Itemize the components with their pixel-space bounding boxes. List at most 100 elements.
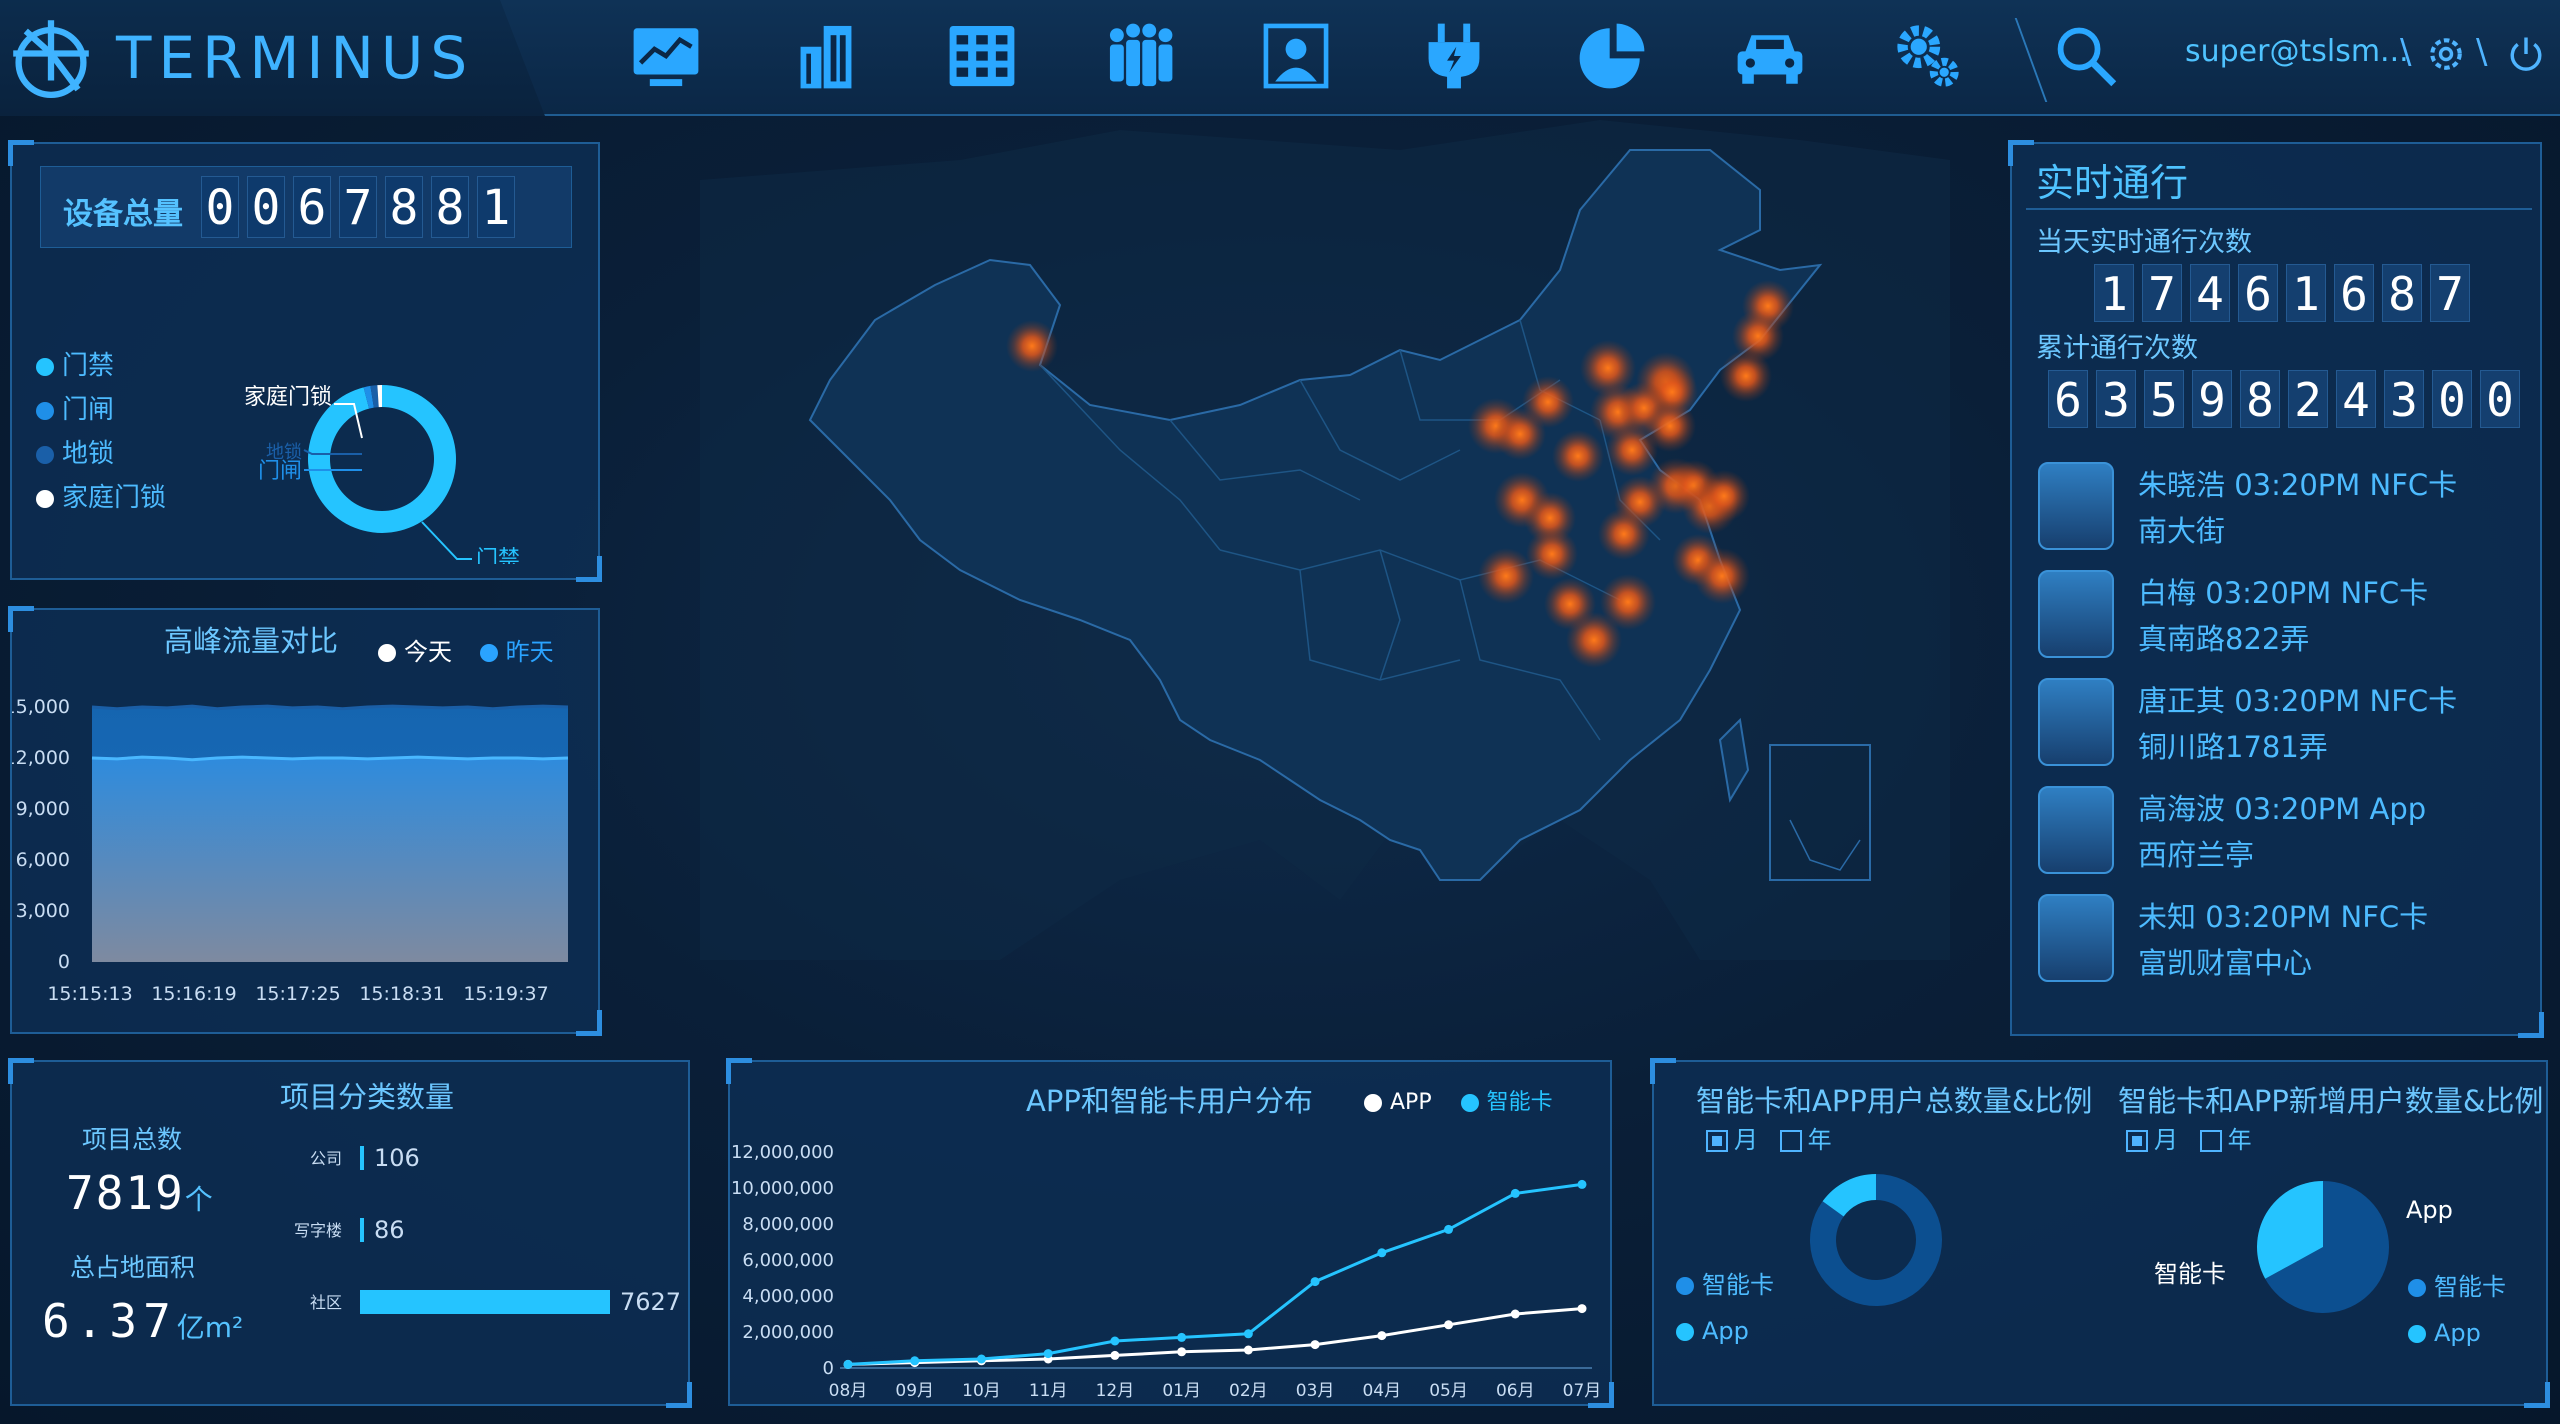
bar[interactable]: [360, 1146, 364, 1170]
hotspot-marker[interactable]: [1606, 424, 1658, 476]
project-bar-chart[interactable]: 公司 106 写字楼 86 社区 7627: [282, 1132, 682, 1382]
x-tick-label: 07月: [1563, 1381, 1602, 1401]
china-map[interactable]: [700, 120, 1950, 960]
brand-name: TERMINUS: [116, 24, 475, 92]
ratio-new-title: 智能卡和APP新增用户数量&比例: [2118, 1084, 2544, 1118]
data-point[interactable]: [910, 1356, 920, 1366]
peak-area-chart[interactable]: 0 3,000 6,000 9,000 12,000 15,000 15:15:13 15:1…: [12, 670, 598, 1030]
hotspot-marker[interactable]: [1720, 350, 1772, 402]
nav-car[interactable]: [1728, 14, 1812, 98]
digit: 5: [2144, 370, 2184, 428]
hotspot-marker[interactable]: [1006, 320, 1058, 372]
legend-label: 智能卡: [1702, 1271, 1774, 1299]
checkbox-year[interactable]: [1779, 1130, 1802, 1152]
option-label: 月: [2154, 1126, 2178, 1154]
data-point[interactable]: [1043, 1349, 1053, 1359]
data-point[interactable]: [1243, 1329, 1253, 1339]
hotspot-marker[interactable]: [1494, 408, 1546, 460]
feed-item[interactable]: 未知 03:20PM NFC卡 富凯财富中心: [2038, 890, 2518, 986]
legend-item[interactable]: 智能卡: [1676, 1262, 1774, 1308]
data-point[interactable]: [1377, 1331, 1387, 1341]
legend-item[interactable]: 今天: [378, 638, 452, 666]
data-point[interactable]: [1243, 1345, 1253, 1355]
nav-search[interactable]: [2044, 14, 2128, 98]
option-year[interactable]: 年: [1779, 1126, 1832, 1154]
data-point[interactable]: [1110, 1350, 1120, 1360]
data-point[interactable]: [843, 1359, 853, 1369]
legend-item[interactable]: 昨天: [479, 638, 554, 666]
area-total: 6.37亿m²: [42, 1294, 243, 1348]
terminus-logo-icon: [13, 20, 89, 99]
donut-label-family: 家庭门锁: [244, 385, 332, 410]
ratio-new-pie[interactable]: [2248, 1172, 2398, 1322]
checkbox-year[interactable]: [2199, 1130, 2222, 1152]
checkbox-month[interactable]: [1706, 1130, 1728, 1152]
x-tick-label: 09月: [895, 1381, 934, 1401]
hotspot-marker[interactable]: [1478, 548, 1534, 604]
nav-grid[interactable]: [940, 14, 1024, 98]
nav-settings[interactable]: [1886, 14, 1970, 98]
legend-item[interactable]: App: [2408, 1310, 2506, 1356]
legend-item[interactable]: App: [1676, 1308, 1774, 1354]
hotspot-marker[interactable]: [1552, 430, 1604, 482]
hotspot-marker[interactable]: [1566, 612, 1622, 668]
hotspot-marker[interactable]: [1694, 548, 1750, 604]
device-donut-chart[interactable]: 家庭门锁 地锁 门闸 门禁: [202, 264, 562, 564]
feed-item[interactable]: 唐正其 03:20PM NFC卡 铜川路1781弄: [2038, 674, 2518, 770]
data-point[interactable]: [1177, 1332, 1187, 1342]
legend-item[interactable]: 智能卡: [1460, 1090, 1553, 1115]
data-point[interactable]: [1577, 1179, 1587, 1189]
current-user[interactable]: super@tslsm...: [2185, 34, 2409, 69]
y-tick-label: 4,000,000: [742, 1286, 834, 1307]
legend-item[interactable]: 门闸: [36, 388, 166, 432]
header-separator: \: [2400, 32, 2412, 72]
bar[interactable]: [360, 1290, 610, 1314]
checkbox-month[interactable]: [2126, 1130, 2148, 1152]
option-year[interactable]: 年: [2199, 1126, 2252, 1154]
nav-building[interactable]: [784, 14, 868, 98]
legend-item[interactable]: APP: [1364, 1090, 1432, 1115]
data-point[interactable]: [1577, 1304, 1587, 1314]
hotspot-marker[interactable]: [1526, 528, 1578, 580]
data-point[interactable]: [1310, 1340, 1320, 1350]
data-point[interactable]: [1510, 1188, 1520, 1198]
feed-item[interactable]: 高海波 03:20PM App 西府兰亭: [2038, 782, 2518, 878]
hotspot-marker[interactable]: [1698, 470, 1750, 522]
feed-line2: 南大街: [2138, 514, 2226, 548]
legend-item[interactable]: 家庭门锁: [36, 476, 166, 520]
y-tick-label: 3,000: [16, 900, 70, 922]
gear-icon[interactable]: [2424, 32, 2468, 76]
brand-logo[interactable]: TERMINUS: [6, 10, 474, 106]
option-month[interactable]: 月: [1706, 1126, 1758, 1154]
data-point[interactable]: [1110, 1336, 1120, 1346]
data-point[interactable]: [1377, 1248, 1387, 1258]
distribution-line-chart[interactable]: 0 2,000,000 4,000,000 6,000,000 8,000,000 10,…: [730, 1122, 1610, 1404]
data-point[interactable]: [1510, 1309, 1520, 1319]
nav-people[interactable]: [1098, 14, 1182, 98]
feed-item[interactable]: 朱晓浩 03:20PM NFC卡 南大街: [2038, 458, 2518, 554]
hotspot-marker[interactable]: [1598, 508, 1650, 560]
feed-item[interactable]: 白梅 03:20PM NFC卡 真南路822弄: [2038, 566, 2518, 662]
series-line[interactable]: [847, 1182, 1583, 1366]
digit: 6: [2334, 264, 2374, 322]
series-area-yesterday[interactable]: [92, 757, 568, 962]
legend-item[interactable]: 智能卡: [2408, 1264, 2506, 1310]
nav-pie-report[interactable]: [1570, 14, 1654, 98]
data-point[interactable]: [1444, 1320, 1454, 1330]
power-icon[interactable]: [2504, 32, 2548, 76]
nav-monitor-chart[interactable]: [624, 14, 708, 98]
data-point[interactable]: [1177, 1347, 1187, 1357]
ratio-total-donut[interactable]: [1796, 1160, 1956, 1320]
nav-portrait[interactable]: [1254, 14, 1338, 98]
bar[interactable]: [360, 1218, 364, 1242]
option-month[interactable]: 月: [2126, 1126, 2178, 1154]
data-point[interactable]: [1310, 1277, 1320, 1287]
legend-item[interactable]: 地锁: [36, 432, 166, 476]
nav-power-plug[interactable]: [1412, 14, 1496, 98]
data-point[interactable]: [1444, 1224, 1454, 1234]
option-label: 年: [2227, 1126, 2252, 1154]
data-point[interactable]: [976, 1354, 986, 1364]
legend-item[interactable]: 门禁: [36, 344, 166, 388]
digit: 6: [2048, 370, 2088, 428]
legend-dot: [2408, 1279, 2426, 1297]
